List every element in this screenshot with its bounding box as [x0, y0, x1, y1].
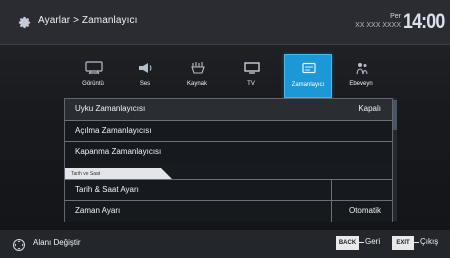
setting-row-power-off-timer[interactable]: Kapanma Zamanlayıcısı — [65, 141, 392, 163]
setting-row-time-setting[interactable]: Zaman Ayarı Otomatik — [65, 200, 392, 222]
setting-label: Zaman Ayarı — [75, 206, 121, 215]
tab-kaynak[interactable]: Kaynak — [174, 54, 220, 96]
setting-value: Kapalı — [358, 104, 381, 113]
tab-ebeveyn[interactable]: Ebeveyn — [338, 54, 384, 96]
value-divider — [331, 201, 332, 222]
scrollbar[interactable] — [393, 98, 397, 221]
setting-label: Tarih & Saat Ayarı — [75, 185, 139, 194]
back-key-button[interactable]: BACK — [336, 236, 359, 250]
tab-label: Görüntü — [82, 81, 104, 87]
tab-label: Ebeveyn — [349, 81, 373, 87]
timer-settings-panel: Uyku Zamanlayıcısı Kapalı Açılma Zamanla… — [64, 98, 393, 222]
section-label: Tarih ve Saat — [71, 171, 101, 177]
source-icon — [188, 61, 208, 75]
setting-value: Otomatik — [348, 206, 381, 215]
value-divider — [331, 180, 332, 201]
tab-tv[interactable]: TV — [228, 54, 274, 96]
tab-label: Zamanlayıcı — [291, 82, 325, 88]
exit-key-button[interactable]: EXIT — [392, 236, 414, 250]
weekday-label: Per — [390, 13, 401, 20]
picture-icon — [84, 61, 104, 75]
tab-zamanlayici[interactable]: Zamanlayıcı — [284, 54, 332, 98]
tab-label: TV — [247, 81, 255, 87]
tab-ses[interactable]: Ses — [122, 54, 168, 96]
setting-label: Uyku Zamanlayıcısı — [75, 104, 146, 113]
page-title: Ayarlar > Zamanlayıcı — [38, 15, 138, 26]
tv-settings-screen: Ayarlar > Zamanlayıcı Per XX XXX XXXX 14… — [0, 0, 450, 258]
back-key-connector — [359, 242, 364, 243]
footer-bar: Alanı Değiştir BACK Geri EXIT Çıkış — [0, 230, 450, 258]
exit-label: Çıkış — [420, 237, 439, 246]
tab-label: Kaynak — [186, 81, 207, 87]
parental-icon — [352, 61, 372, 75]
setting-label: Açılma Zamanlayıcısı — [75, 126, 152, 135]
clock: 14:00 — [403, 10, 445, 33]
timer-icon — [299, 62, 319, 76]
exit-key-connector — [414, 242, 419, 243]
settings-icon — [16, 14, 32, 30]
date-label: XX XXX XXXX — [355, 22, 401, 29]
tab-label: Ses — [139, 81, 151, 87]
setting-row-sleep-timer[interactable]: Uyku Zamanlayıcısı Kapalı — [65, 99, 392, 120]
tab-goruntu[interactable]: Görüntü — [70, 54, 116, 96]
footer-hint: Alanı Değiştir — [33, 238, 81, 247]
header-bar: Ayarlar > Zamanlayıcı Per XX XXX XXXX 14… — [0, 0, 450, 45]
setting-label: Kapanma Zamanlayıcısı — [75, 147, 162, 156]
back-label: Geri — [365, 237, 381, 246]
setting-row-power-on-timer[interactable]: Açılma Zamanlayıcısı — [65, 120, 392, 142]
tv-icon — [242, 61, 262, 75]
navigation-pad-icon — [12, 238, 26, 252]
sound-icon — [136, 61, 156, 75]
scroll-thumb[interactable] — [393, 100, 397, 130]
settings-tabs: Görüntü Ses Kaynak TV Zamanlayıcı Ebevey… — [70, 54, 390, 98]
setting-row-date-time[interactable]: Tarih & Saat Ayarı — [65, 179, 392, 201]
